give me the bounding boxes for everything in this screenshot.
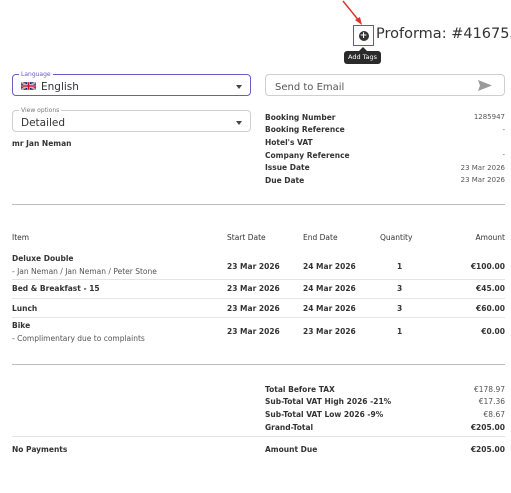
chevron-down-icon bbox=[236, 85, 242, 89]
detail-value: 23 Mar 2026 bbox=[460, 176, 505, 185]
total-value: €8.67 bbox=[483, 409, 505, 419]
detail-label: Hotel's VAT bbox=[265, 137, 313, 147]
row-divider bbox=[12, 298, 505, 299]
chevron-down-icon bbox=[236, 121, 242, 125]
total-row: Sub-Total VAT Low 2026 -9% €8.67 bbox=[265, 408, 505, 421]
item-start-date: 23 Mar 2026 bbox=[227, 284, 280, 293]
item-quantity: 1 bbox=[397, 262, 403, 271]
language-label: English bbox=[41, 81, 79, 93]
add-tags-tooltip: Add Tags bbox=[344, 47, 382, 64]
detail-label: Company Reference bbox=[265, 150, 350, 160]
detail-value: - bbox=[502, 125, 505, 134]
total-value: €17.36 bbox=[478, 397, 505, 407]
item-start-date: 23 Mar 2026 bbox=[227, 327, 280, 336]
view-options-value: Detailed bbox=[21, 117, 66, 129]
item-amount: €45.00 bbox=[476, 284, 505, 293]
grand-total-value: €205.00 bbox=[470, 422, 505, 432]
column-header-amount: Amount bbox=[475, 233, 505, 242]
item-end-date: 23 Mar 2026 bbox=[303, 327, 356, 336]
payments-status: No Payments bbox=[12, 445, 68, 454]
detail-value: 1285947 bbox=[473, 113, 505, 122]
column-header-item: Item bbox=[12, 233, 30, 242]
column-header-start-date: Start Date bbox=[227, 233, 266, 242]
item-name: Bed & Breakfast - 15 bbox=[12, 284, 100, 293]
total-label: Total Before TAX bbox=[265, 384, 335, 394]
item-quantity: 3 bbox=[397, 304, 403, 313]
language-select[interactable]: Language English bbox=[12, 70, 251, 96]
item-quantity: 1 bbox=[397, 327, 403, 336]
item-end-date: 24 Mar 2026 bbox=[303, 304, 356, 313]
row-divider bbox=[12, 279, 505, 280]
column-header-end-date: End Date bbox=[303, 233, 338, 242]
detail-row: Booking Number 1285947 bbox=[265, 111, 505, 124]
language-legend: Language bbox=[19, 70, 53, 79]
item-name: Bike bbox=[12, 321, 31, 330]
divider bbox=[12, 436, 505, 437]
item-quantity: 3 bbox=[397, 284, 403, 293]
detail-label: Booking Reference bbox=[265, 125, 345, 135]
detail-row: Hotel's VAT bbox=[265, 136, 505, 149]
item-note: - Complimentary due to complaints bbox=[12, 334, 145, 343]
amount-due-value: €205.00 bbox=[470, 445, 505, 454]
amount-due-label: Amount Due bbox=[265, 445, 318, 454]
divider bbox=[12, 204, 505, 205]
total-label: Sub-Total VAT Low 2026 -9% bbox=[265, 409, 384, 419]
item-note: - Jan Neman / Jan Neman / Peter Stone bbox=[12, 267, 157, 276]
detail-label: Booking Number bbox=[265, 112, 336, 122]
detail-label: Issue Date bbox=[265, 163, 310, 173]
column-header-quantity: Quantity bbox=[380, 233, 413, 242]
item-start-date: 23 Mar 2026 bbox=[227, 262, 280, 271]
detail-row: Due Date 23 Mar 2026 bbox=[265, 174, 505, 187]
send-email-field[interactable]: Send to Email bbox=[265, 74, 505, 96]
detail-row: Issue Date 23 Mar 2026 bbox=[265, 161, 505, 174]
detail-value: - bbox=[502, 151, 505, 160]
page-title: Proforma: #4167555 bbox=[376, 26, 511, 42]
total-row: Total Before TAX €178.97 bbox=[265, 383, 505, 396]
item-name: Lunch bbox=[12, 304, 38, 313]
plus-circle-icon: + bbox=[358, 30, 369, 41]
total-row: Sub-Total VAT High 2026 -21% €17.36 bbox=[265, 396, 505, 409]
grand-total-row: Grand-Total €205.00 bbox=[265, 421, 505, 434]
item-end-date: 24 Mar 2026 bbox=[303, 284, 356, 293]
view-options-select[interactable]: View options Detailed bbox=[12, 106, 251, 132]
detail-row: Booking Reference - bbox=[265, 124, 505, 137]
detail-row: Company Reference - bbox=[265, 149, 505, 162]
item-name: Deluxe Double bbox=[12, 254, 74, 263]
total-value: €178.97 bbox=[473, 384, 505, 394]
item-amount: €0.00 bbox=[481, 327, 505, 336]
grand-total-label: Grand-Total bbox=[265, 422, 314, 432]
language-value: English bbox=[21, 81, 79, 93]
item-start-date: 23 Mar 2026 bbox=[227, 304, 280, 313]
total-label: Sub-Total VAT High 2026 -21% bbox=[265, 397, 392, 407]
divider bbox=[12, 364, 505, 365]
uk-flag-icon bbox=[21, 81, 36, 91]
item-end-date: 24 Mar 2026 bbox=[303, 262, 356, 271]
booking-details: Booking Number 1285947 Booking Reference -… bbox=[265, 111, 505, 187]
totals-block: Total Before TAX €178.97 Sub-Total VAT Hi… bbox=[265, 383, 505, 433]
view-options-legend: View options bbox=[19, 106, 62, 115]
row-divider bbox=[12, 317, 505, 318]
add-tags-button[interactable]: + bbox=[353, 25, 374, 46]
item-amount: €100.00 bbox=[470, 262, 505, 271]
item-amount: €60.00 bbox=[476, 304, 505, 313]
detail-label: Due Date bbox=[265, 175, 305, 185]
send-email-placeholder: Send to Email bbox=[275, 82, 345, 93]
detail-value: 23 Mar 2026 bbox=[460, 163, 505, 172]
send-icon[interactable] bbox=[478, 80, 492, 91]
guest-name: mr Jan Neman bbox=[12, 139, 72, 148]
